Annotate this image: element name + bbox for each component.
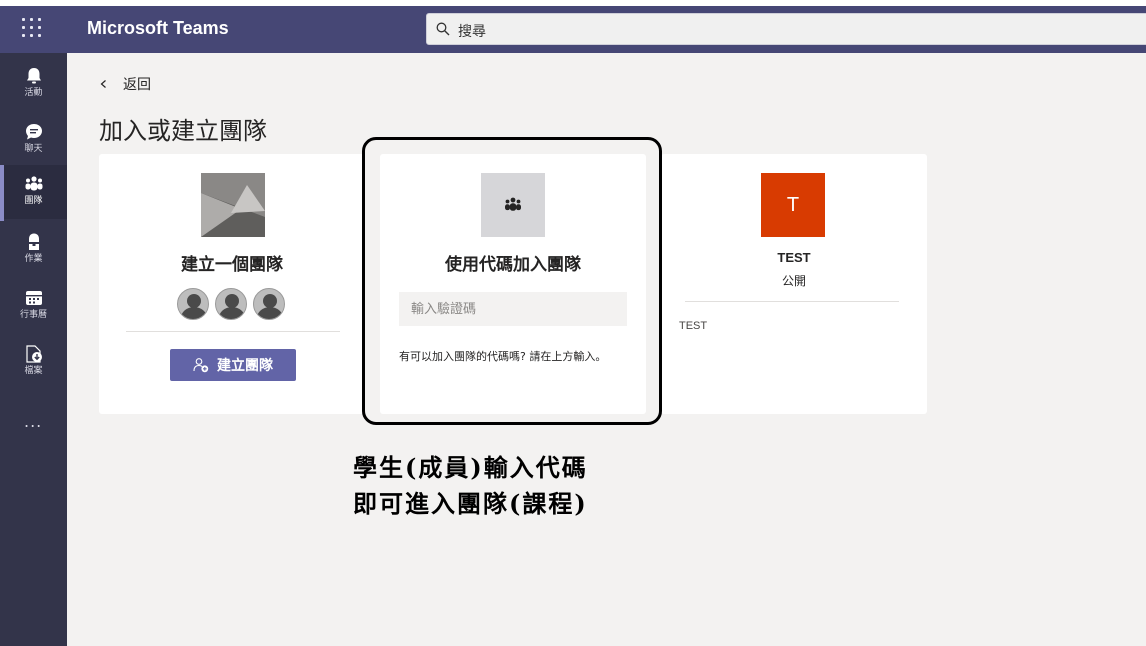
app-launcher-icon[interactable]	[20, 16, 44, 40]
annotation-line-2: 即可進入團隊(課程)	[353, 489, 588, 518]
rail-item-files[interactable]: 檔案	[0, 335, 67, 389]
create-team-button[interactable]: 建立團隊	[170, 349, 296, 381]
bell-icon	[26, 68, 41, 84]
team-tag: TEST	[679, 320, 708, 332]
rail-item-label: 活動	[24, 88, 43, 98]
back-link[interactable]: 返回	[99, 74, 151, 94]
add-people-icon	[193, 358, 209, 373]
files-icon	[25, 345, 42, 363]
top-edge	[0, 0, 1146, 6]
back-label: 返回	[123, 77, 151, 93]
app-title: Microsoft Teams	[87, 18, 229, 38]
rail-item-chat[interactable]: 聊天	[0, 113, 67, 167]
create-team-illustration	[201, 173, 265, 237]
top-bar: Microsoft Teams 搜尋	[0, 0, 1146, 53]
rail-item-label: 聊天	[24, 144, 43, 154]
create-team-card[interactable]: 建立一個團隊 建立團隊	[99, 154, 365, 414]
team-name: TEST	[777, 250, 811, 265]
rail-item-label: 作業	[24, 254, 43, 264]
avatar	[215, 288, 247, 320]
teams-icon	[25, 176, 42, 191]
avatar	[177, 288, 209, 320]
rail-item-teams[interactable]: 團隊	[0, 165, 67, 221]
more-apps-icon[interactable]: ...	[24, 412, 42, 431]
active-indicator	[0, 165, 4, 221]
team-card-test[interactable]: T TEST 公開 TEST	[661, 154, 927, 414]
rail-item-assignments[interactable]: 作業	[0, 223, 67, 277]
chat-icon	[25, 124, 42, 140]
rail-item-activity[interactable]: 活動	[0, 57, 67, 111]
rail-item-label: 行事曆	[19, 310, 47, 320]
chevron-left-icon	[100, 80, 106, 88]
assignments-icon	[28, 233, 39, 250]
create-team-button-label: 建立團隊	[217, 358, 273, 374]
avatar-group	[177, 288, 291, 320]
card-divider	[685, 301, 899, 302]
highlight-outline	[362, 137, 662, 425]
create-team-title: 建立一個團隊	[181, 255, 283, 275]
page-title: 加入或建立團隊	[99, 117, 267, 145]
rail-item-label: 檔案	[24, 366, 43, 376]
calendar-icon	[25, 291, 42, 305]
team-visibility: 公開	[781, 274, 806, 288]
card-divider	[126, 331, 340, 332]
rail-item-calendar[interactable]: 行事曆	[0, 279, 67, 333]
team-avatar: T	[761, 173, 825, 237]
search-icon	[436, 22, 450, 36]
app-rail: 活動 聊天 團隊 作業 行事曆 檔案 ...	[0, 53, 67, 646]
annotation-line-1: 學生(成員)輸入代碼	[353, 453, 588, 482]
search-box[interactable]: 搜尋	[426, 13, 1146, 45]
rail-item-label: 團隊	[24, 196, 43, 206]
avatar	[253, 288, 285, 320]
search-input[interactable]: 搜尋	[458, 21, 486, 41]
